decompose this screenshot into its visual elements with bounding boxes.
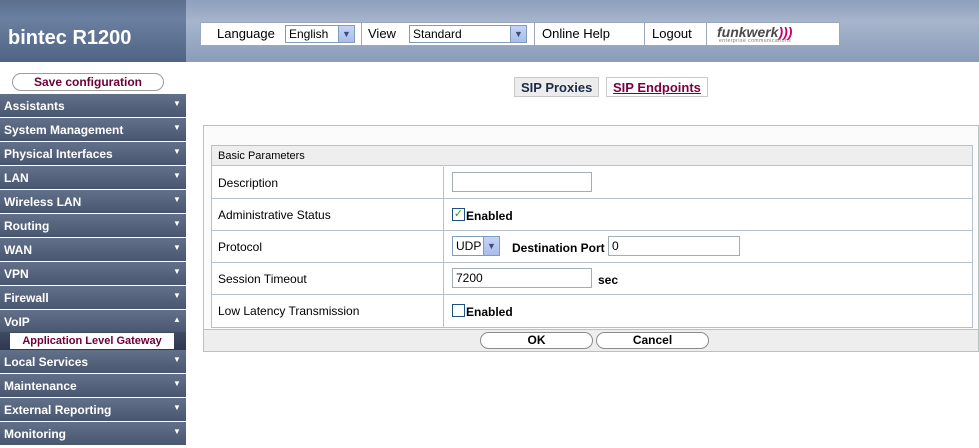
chevron-down-icon: ▼ [173, 291, 181, 300]
button-bar: OK Cancel [204, 329, 978, 351]
tab-sip-endpoints[interactable]: SIP Endpoints [606, 77, 708, 97]
section-header: Basic Parameters [212, 146, 972, 166]
low-latency-label: Low Latency Transmission [218, 304, 360, 318]
logout-link[interactable]: Logout [652, 26, 692, 41]
sidebar-subitem-application-level-gateway[interactable]: Application Level Gateway [0, 332, 186, 350]
sidebar-item-assistants[interactable]: Assistants ▼ [0, 94, 186, 118]
chevron-down-icon[interactable]: ▼ [483, 237, 499, 255]
product-name: bintec R1200 [8, 27, 132, 49]
chevron-down-icon: ▼ [173, 243, 181, 252]
sidebar-item-maintenance[interactable]: Maintenance ▼ [0, 374, 186, 398]
form-panel: Basic Parameters Description Administrat… [203, 125, 979, 352]
chevron-down-icon: ▼ [173, 147, 181, 156]
chevron-down-icon: ▼ [173, 379, 181, 388]
brand-tagline: enterprise communications [719, 38, 792, 44]
chevron-down-icon: ▼ [173, 427, 181, 436]
sidebar-item-label: Wireless LAN [4, 195, 82, 209]
chevron-down-icon: ▼ [173, 123, 181, 132]
sidebar-item-label: VoIP [4, 315, 30, 329]
save-configuration-button[interactable]: Save configuration [12, 73, 164, 91]
language-select[interactable]: English ▼ [285, 25, 355, 43]
language-value: English [289, 27, 329, 41]
toolbar-divider [644, 23, 645, 45]
sidebar-item-local-services[interactable]: Local Services ▼ [0, 350, 186, 374]
sidebar-item-label: LAN [4, 171, 29, 185]
view-label: View [368, 26, 396, 41]
sidebar: Save configuration Assistants ▼ System M… [0, 62, 186, 448]
column-divider [443, 167, 444, 199]
toolbar-divider [361, 23, 362, 45]
chevron-down-icon: ▼ [173, 267, 181, 276]
chevron-down-icon: ▼ [173, 355, 181, 364]
language-label: Language [217, 26, 275, 41]
sidebar-item-lan[interactable]: LAN ▼ [0, 166, 186, 190]
low-latency-option: Enabled [466, 305, 513, 319]
sidebar-item-monitoring[interactable]: Monitoring ▼ [0, 422, 186, 446]
sidebar-item-wireless-lan[interactable]: Wireless LAN ▼ [0, 190, 186, 214]
low-latency-checkbox[interactable] [452, 304, 465, 317]
chevron-down-icon: ▼ [173, 403, 181, 412]
session-timeout-input[interactable]: 7200 [452, 268, 592, 288]
sidebar-item-label: VPN [4, 267, 29, 281]
column-divider [443, 263, 444, 295]
sidebar-item-voip[interactable]: VoIP ▲ [0, 310, 186, 334]
chevron-down-icon: ▼ [173, 99, 181, 108]
sidebar-item-label: WAN [4, 243, 32, 257]
sidebar-item-label: System Management [4, 123, 124, 137]
chevron-up-icon: ▲ [173, 315, 181, 324]
column-divider [443, 231, 444, 263]
description-input[interactable] [452, 172, 592, 192]
sidebar-subitem-label: Application Level Gateway [10, 333, 174, 349]
chevron-down-icon: ▼ [173, 195, 181, 204]
sidebar-item-system-management[interactable]: System Management ▼ [0, 118, 186, 142]
header-toolbar: Language English ▼ View Standard ▼ Onlin… [200, 22, 840, 46]
sidebar-item-firewall[interactable]: Firewall ▼ [0, 286, 186, 310]
sidebar-item-label: Local Services [4, 355, 89, 369]
sidebar-item-label: Physical Interfaces [4, 147, 113, 161]
view-select[interactable]: Standard ▼ [409, 25, 527, 43]
protocol-select[interactable]: UDP ▼ [452, 236, 500, 256]
administrative-status-option: Enabled [466, 209, 513, 223]
sidebar-item-external-reporting[interactable]: External Reporting ▼ [0, 398, 186, 422]
column-divider [443, 199, 444, 231]
product-banner: bintec R1200 [0, 0, 186, 62]
administrative-status-checkbox[interactable]: ✓ [452, 208, 465, 221]
toolbar-divider [534, 23, 535, 45]
column-divider [443, 295, 444, 327]
row-session-timeout: Session Timeout 7200 sec [212, 263, 972, 295]
sidebar-item-label: Maintenance [4, 379, 77, 393]
sidebar-item-label: Firewall [4, 291, 49, 305]
sidebar-item-physical-interfaces[interactable]: Physical Interfaces ▼ [0, 142, 186, 166]
ok-button[interactable]: OK [480, 332, 593, 349]
row-protocol: Protocol UDP ▼ Destination Port 0 [212, 231, 972, 263]
session-timeout-label: Session Timeout [218, 272, 307, 286]
sidebar-item-label: Assistants [4, 99, 65, 113]
sidebar-item-wan[interactable]: WAN ▼ [0, 238, 186, 262]
view-value: Standard [413, 27, 462, 41]
administrative-status-label: Administrative Status [218, 208, 331, 222]
sidebar-item-label: Monitoring [4, 427, 66, 441]
tab-sip-proxies[interactable]: SIP Proxies [514, 77, 600, 97]
toolbar-divider [706, 23, 707, 45]
sidebar-item-routing[interactable]: Routing ▼ [0, 214, 186, 238]
sidebar-item-label: Routing [4, 219, 50, 233]
protocol-value: UDP [456, 239, 482, 253]
row-low-latency-transmission: Low Latency Transmission Enabled [212, 295, 972, 327]
row-description: Description [212, 167, 972, 199]
online-help-link[interactable]: Online Help [542, 26, 610, 41]
destination-port-label: Destination Port [512, 241, 605, 255]
chevron-down-icon[interactable]: ▼ [338, 26, 354, 42]
cancel-button[interactable]: Cancel [596, 332, 709, 349]
description-label: Description [218, 176, 279, 190]
chevron-down-icon: ▼ [173, 219, 181, 228]
chevron-down-icon[interactable]: ▼ [510, 26, 526, 42]
session-timeout-unit: sec [598, 273, 619, 287]
sidebar-item-label: External Reporting [4, 403, 112, 417]
destination-port-input[interactable]: 0 [608, 236, 740, 256]
protocol-label: Protocol [218, 240, 263, 254]
sidebar-item-vpn[interactable]: VPN ▼ [0, 262, 186, 286]
row-administrative-status: Administrative Status ✓ Enabled [212, 199, 972, 231]
basic-parameters-table: Basic Parameters Description Administrat… [211, 145, 973, 328]
chevron-down-icon: ▼ [173, 171, 181, 180]
